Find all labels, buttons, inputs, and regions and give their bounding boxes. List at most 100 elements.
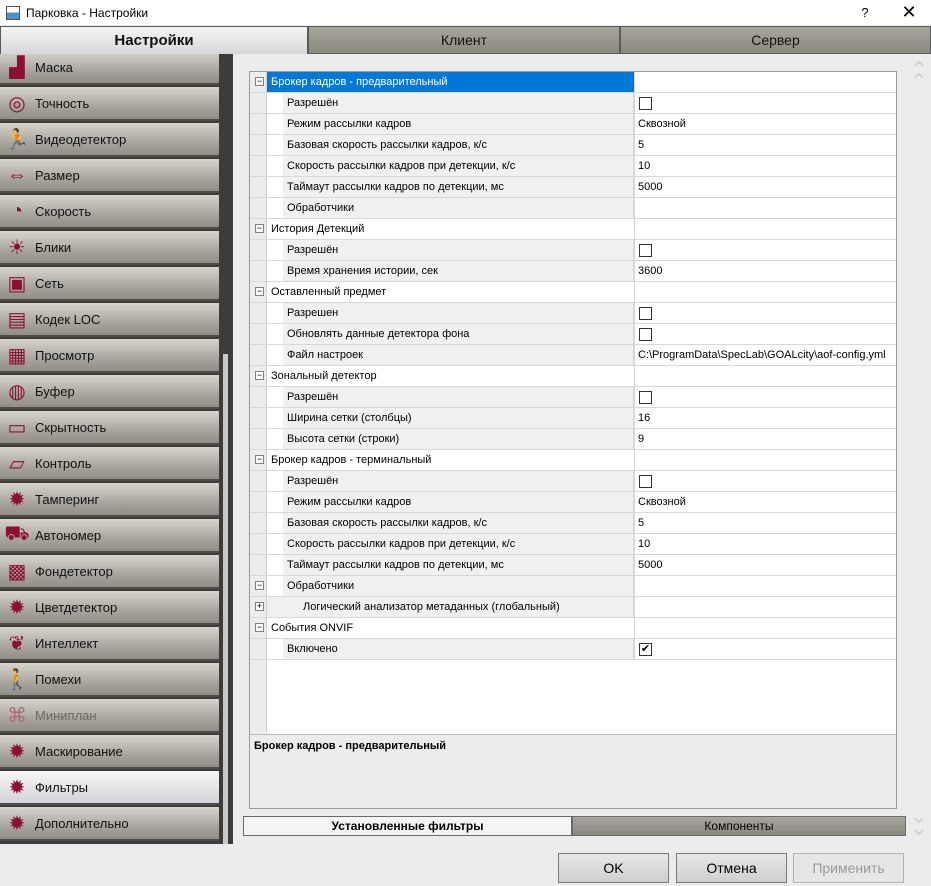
collapse-icon[interactable]: − xyxy=(255,623,264,632)
property-row[interactable]: Разрешён xyxy=(250,240,896,261)
sidebar-item[interactable]: ✹ Дополнительно xyxy=(0,807,219,841)
collapse-icon[interactable]: − xyxy=(255,287,264,296)
property-row[interactable]: Включено ✔ xyxy=(250,639,896,660)
property-row[interactable]: Ширина сетки (столбцы) 16 xyxy=(250,408,896,429)
scroll-down-icon[interactable]: ⌄ ⌄ xyxy=(908,805,930,839)
sidebar-item[interactable]: ▣ Сеть xyxy=(0,267,219,301)
cancel-button[interactable]: Отмена xyxy=(676,853,787,883)
property-value[interactable]: C:\ProgramData\SpecLab\GOALcity\aof-conf… xyxy=(634,345,896,365)
sidebar-item[interactable]: ⛟ Автономер xyxy=(0,519,219,553)
tab-components[interactable]: Компоненты xyxy=(572,816,906,836)
collapse-icon[interactable]: − xyxy=(255,371,264,380)
property-value[interactable]: 5 xyxy=(634,135,896,155)
property-row[interactable]: Логический анализатор метаданных (глобал… xyxy=(250,597,896,618)
property-checkbox[interactable] xyxy=(639,391,652,404)
property-value[interactable] xyxy=(634,450,896,470)
sidebar-item[interactable]: 🚶 Помехи xyxy=(0,663,219,697)
sidebar-item[interactable]: ▱ Контроль xyxy=(0,447,219,481)
category-row[interactable]: − Зональный детектор xyxy=(250,366,896,387)
sidebar-item[interactable]: ✹ Маскирование xyxy=(0,735,219,769)
property-value[interactable]: 10 xyxy=(634,156,896,176)
property-row[interactable]: Файл настроек C:\ProgramData\SpecLab\GOAL… xyxy=(250,345,896,366)
property-value[interactable] xyxy=(634,597,896,617)
property-value[interactable] xyxy=(634,282,896,302)
property-value[interactable] xyxy=(634,198,896,218)
sidebar-item[interactable]: ▦ Просмотр xyxy=(0,339,219,373)
property-checkbox[interactable] xyxy=(639,475,652,488)
property-row[interactable]: Скорость рассылки кадров при детекции, к… xyxy=(250,534,896,555)
property-checkbox[interactable] xyxy=(639,97,652,110)
property-row[interactable]: Обновлять данные детектора фона xyxy=(250,324,896,345)
sidebar-item[interactable]: 🏃 Видеодетектор xyxy=(0,123,219,157)
property-checkbox[interactable]: ✔ xyxy=(639,643,652,656)
property-value-cell[interactable] xyxy=(634,324,896,344)
close-button[interactable]: ✕ xyxy=(889,0,929,25)
property-value[interactable]: Сквозной xyxy=(634,114,896,134)
category-row[interactable]: − Оставленный предмет xyxy=(250,282,896,303)
sidebar-item[interactable]: ▟ Маска xyxy=(0,54,219,85)
property-value[interactable]: 5 xyxy=(634,513,896,533)
property-row[interactable]: Режим рассылки кадров Сквозной xyxy=(250,114,896,135)
sidebar-item[interactable]: ▭ Скрытность xyxy=(0,411,219,445)
category-row[interactable]: − История Детекций xyxy=(250,219,896,240)
property-row[interactable]: − Обработчики xyxy=(250,576,896,597)
property-value[interactable] xyxy=(634,576,896,596)
sidebar-item[interactable]: ☀ Блики xyxy=(0,231,219,265)
property-value-cell[interactable] xyxy=(634,240,896,260)
scroll-up-icon[interactable]: ⌃ ⌃ xyxy=(908,59,930,93)
property-value[interactable]: Сквозной xyxy=(634,492,896,512)
sidebar-item[interactable]: ◎ Точность xyxy=(0,87,219,121)
property-row[interactable]: Разрешён xyxy=(250,387,896,408)
sidebar-item[interactable]: ▩ Фондетектор xyxy=(0,555,219,589)
property-value-cell[interactable] xyxy=(634,93,896,113)
category-row[interactable]: − События ONVIF xyxy=(250,618,896,639)
expand-icon[interactable]: + xyxy=(255,602,264,611)
sidebar-scrollbar[interactable] xyxy=(223,354,228,844)
collapse-icon[interactable]: − xyxy=(255,581,264,590)
property-row[interactable]: Разрешен xyxy=(250,303,896,324)
property-value[interactable]: 5000 xyxy=(634,555,896,575)
sidebar-item[interactable]: ✹ Тамперинг xyxy=(0,483,219,517)
property-row[interactable]: Таймаут рассылки кадров по детекции, мс 5… xyxy=(250,555,896,576)
property-row[interactable]: Разрешён xyxy=(250,93,896,114)
property-value[interactable] xyxy=(634,366,896,386)
tab-server[interactable]: Сервер xyxy=(620,26,931,54)
property-row[interactable]: Таймаут рассылки кадров по детекции, мс 5… xyxy=(250,177,896,198)
collapse-icon[interactable]: − xyxy=(255,455,264,464)
sidebar-item[interactable]: ⇔ Размер xyxy=(0,159,219,193)
category-row[interactable]: − Брокер кадров - терминальный xyxy=(250,450,896,471)
property-row[interactable]: Высота сетки (строки) 9 xyxy=(250,429,896,450)
ok-button[interactable]: OK xyxy=(558,853,669,883)
sidebar-item[interactable]: ◔ Скорость xyxy=(0,195,219,229)
property-row[interactable]: Базовая скорость рассылки кадров, к/с 5 xyxy=(250,513,896,534)
property-value[interactable]: 10 xyxy=(634,534,896,554)
sidebar-item[interactable]: ✹ Цветдетектор xyxy=(0,591,219,625)
sidebar-item[interactable]: ✹ Фильтры xyxy=(0,771,219,805)
property-value[interactable]: 5000 xyxy=(634,177,896,197)
property-value[interactable] xyxy=(634,72,896,92)
sidebar-item[interactable]: ❦ Интеллект xyxy=(0,627,219,661)
property-value[interactable] xyxy=(634,219,896,239)
property-value-cell[interactable] xyxy=(634,471,896,491)
help-button[interactable]: ? xyxy=(845,0,885,25)
property-row[interactable]: Режим рассылки кадров Сквозной xyxy=(250,492,896,513)
property-value[interactable]: 16 xyxy=(634,408,896,428)
property-value-cell[interactable] xyxy=(634,303,896,323)
tab-settings[interactable]: Настройки xyxy=(0,26,308,54)
collapse-icon[interactable]: − xyxy=(255,77,264,86)
property-value[interactable] xyxy=(634,618,896,638)
property-value-cell[interactable] xyxy=(634,387,896,407)
property-checkbox[interactable] xyxy=(639,328,652,341)
property-checkbox[interactable] xyxy=(639,307,652,320)
property-row[interactable]: Разрешён xyxy=(250,471,896,492)
tab-client[interactable]: Клиент xyxy=(308,26,620,54)
apply-button[interactable]: Применить xyxy=(793,853,904,883)
property-row[interactable]: Скорость рассылки кадров при детекции, к… xyxy=(250,156,896,177)
sidebar-item[interactable]: ◍ Буфер xyxy=(0,375,219,409)
property-value-cell[interactable] xyxy=(634,639,896,659)
tab-installed-filters[interactable]: Установленные фильтры xyxy=(243,816,572,836)
property-row[interactable]: Базовая скорость рассылки кадров, к/с 5 xyxy=(250,135,896,156)
sidebar-item[interactable]: ▤ Кодек LOC xyxy=(0,303,219,337)
property-row[interactable]: Время хранения истории, сек 3600 xyxy=(250,261,896,282)
property-row[interactable]: Обработчики xyxy=(250,198,896,219)
